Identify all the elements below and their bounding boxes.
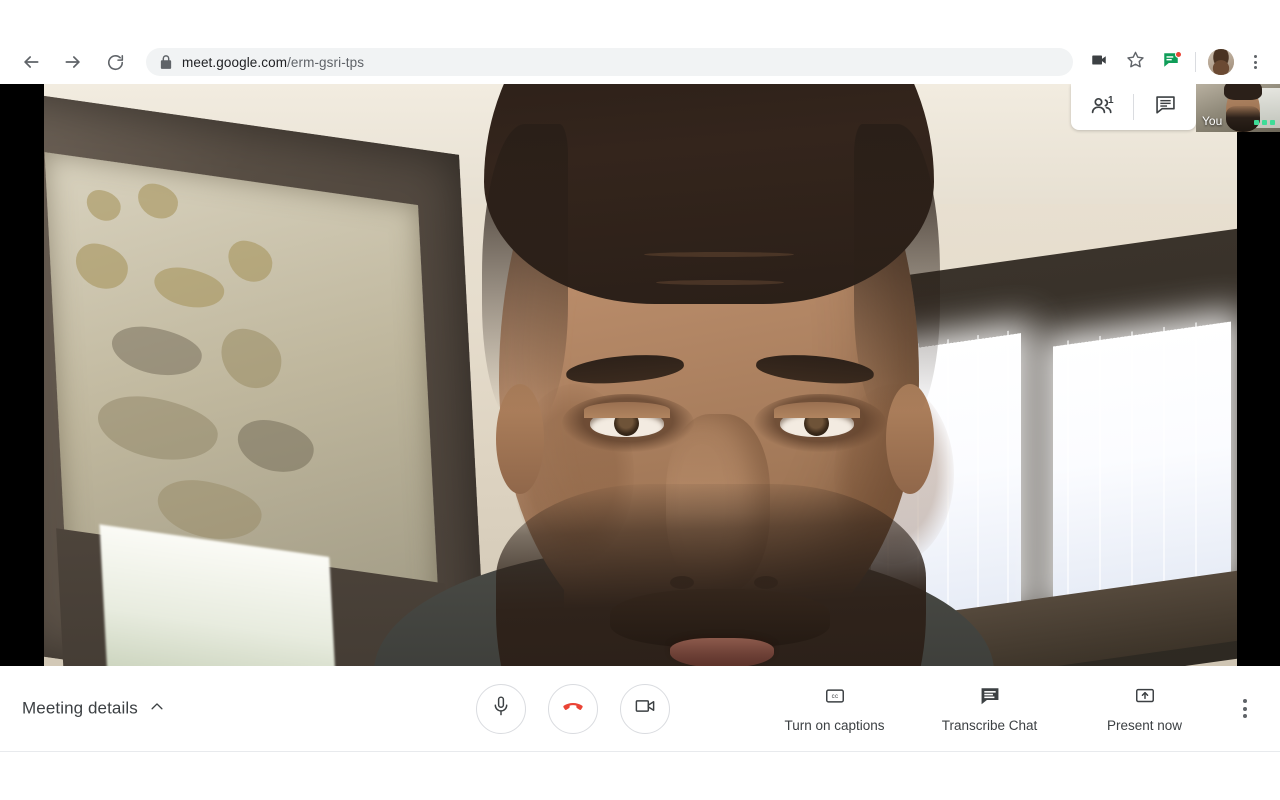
back-arrow-icon <box>21 52 41 72</box>
browser-window: meet.google.com/erm-gsri-tps 1 You Meeti… <box>0 0 1280 800</box>
meeting-control-bar: Meeting details cc Turn on captions Tran… <box>0 666 1280 752</box>
microphone-icon <box>490 695 512 722</box>
captions-button[interactable]: cc Turn on captions <box>757 685 912 733</box>
meeting-details-label: Meeting details <box>22 698 138 718</box>
chat-icon <box>1154 93 1177 121</box>
toolbar-divider <box>1195 52 1196 72</box>
address-bar[interactable]: meet.google.com/erm-gsri-tps <box>146 48 1073 76</box>
present-screen-icon <box>1134 685 1156 712</box>
chrome-menu-button[interactable] <box>1242 49 1268 75</box>
forward-button[interactable] <box>58 47 88 77</box>
more-options-button[interactable] <box>1228 692 1262 726</box>
tab-strip <box>0 0 1280 40</box>
meeting-tools: cc Turn on captions Transcribe Chat Pres… <box>757 685 1222 733</box>
present-now-button[interactable]: Present now <box>1067 685 1222 733</box>
captions-label: Turn on captions <box>784 717 885 733</box>
notification-badge <box>1175 51 1182 58</box>
camera-access-button[interactable] <box>1085 48 1113 76</box>
chevron-up-icon <box>148 697 166 720</box>
hangup-button[interactable] <box>548 683 598 734</box>
reload-icon <box>106 53 125 72</box>
page-footer <box>0 752 1280 800</box>
present-now-label: Present now <box>1106 717 1183 733</box>
self-view-label: You <box>1202 114 1223 128</box>
show-everyone-button[interactable]: 1 <box>1071 84 1133 130</box>
url-path: /erm-gsri-tps <box>287 54 365 70</box>
url-text: meet.google.com/erm-gsri-tps <box>182 55 364 70</box>
main-participant-video[interactable] <box>44 84 1237 666</box>
closed-captions-icon: cc <box>824 685 846 712</box>
back-button[interactable] <box>16 47 46 77</box>
participant-count: 1 <box>1108 95 1114 106</box>
avatar-image <box>1208 49 1234 75</box>
avatar[interactable] <box>1208 49 1234 75</box>
more-vertical-icon <box>1243 714 1247 718</box>
transcribe-chat-label: Transcribe Chat <box>941 717 1038 733</box>
forward-arrow-icon <box>63 52 83 72</box>
participant-figure <box>44 84 1237 666</box>
self-view-thumbnail[interactable]: You <box>1196 84 1280 132</box>
call-controls <box>476 683 670 734</box>
video-camera-icon <box>1090 51 1108 74</box>
url-host: meet.google.com <box>182 54 288 70</box>
transcribe-chat-button[interactable]: Transcribe Chat <box>912 685 1067 733</box>
video-scene <box>44 84 1237 666</box>
more-vertical-icon <box>1253 60 1257 64</box>
video-stage: 1 You <box>0 84 1280 666</box>
bookmark-button[interactable] <box>1121 48 1149 76</box>
camera-button[interactable] <box>620 683 670 734</box>
star-icon <box>1126 50 1145 74</box>
more-vertical-icon <box>1253 55 1257 58</box>
svg-text:cc: cc <box>831 694 838 700</box>
meeting-details-button[interactable]: Meeting details <box>22 697 166 720</box>
more-vertical-icon <box>1253 66 1257 69</box>
video-camera-icon <box>634 695 656 722</box>
hangup-phone-icon <box>560 693 586 724</box>
more-vertical-icon <box>1243 699 1247 703</box>
microphone-button[interactable] <box>476 683 526 734</box>
figure-mouth <box>670 638 774 666</box>
audio-level-indicator <box>1254 120 1275 125</box>
more-vertical-icon <box>1243 706 1247 711</box>
transcribe-chat-icon <box>979 685 1001 712</box>
lock-icon <box>160 55 172 69</box>
hangouts-extension-button[interactable] <box>1157 48 1185 76</box>
reload-button[interactable] <box>100 47 130 77</box>
chat-with-everyone-button[interactable] <box>1134 84 1196 130</box>
browser-toolbar: meet.google.com/erm-gsri-tps <box>0 40 1280 84</box>
stage-overlay-panel: 1 <box>1071 84 1196 130</box>
